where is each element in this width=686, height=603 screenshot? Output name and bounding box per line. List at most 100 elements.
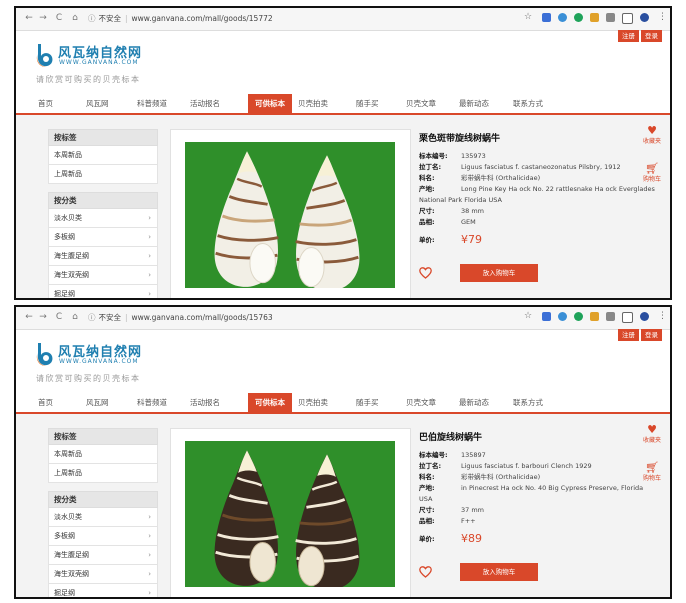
account-buttons: 注册 登录: [616, 329, 662, 341]
browser-window-2: ← → C ⌂ ⓘ 不安全 | www.ganvana.com/mall/goods/…: [14, 305, 672, 599]
register-button[interactable]: 注册: [618, 329, 639, 341]
favorites-shortcut[interactable]: ♥ 收藏夹: [640, 125, 664, 145]
extension-icon-4[interactable]: [590, 312, 599, 321]
profile-avatar-icon[interactable]: [640, 312, 649, 321]
extension-icon-5[interactable]: [606, 312, 615, 321]
nav-item-1[interactable]: 风瓦网: [86, 98, 109, 109]
nav-item-2[interactable]: 科普频道: [137, 98, 167, 109]
login-button[interactable]: 登录: [641, 329, 662, 341]
login-button[interactable]: 登录: [641, 30, 662, 42]
address-bar[interactable]: ⓘ 不安全 | www.ganvana.com/mall/goods/15763: [88, 311, 498, 325]
detail-label: 产地:: [419, 185, 435, 193]
sidebar-item-category[interactable]: 掘足纲 ›: [48, 285, 158, 298]
price-row: 单价: ¥89: [419, 531, 655, 547]
price-label: 单价:: [419, 236, 435, 244]
product-image[interactable]: [170, 129, 411, 298]
nav-item-0[interactable]: 首页: [38, 397, 53, 408]
menu-kebab-icon[interactable]: ⋮: [658, 311, 667, 321]
detail-row: 科名: 彩带蜗牛科 (Orthalicidae): [419, 173, 655, 184]
sidebar-item-label: 淡水贝类: [54, 214, 82, 222]
nav-item-0[interactable]: 首页: [38, 98, 53, 109]
nav-item-5[interactable]: 贝壳拍卖: [298, 397, 328, 408]
extension-icon-3[interactable]: [574, 13, 583, 22]
browser-toolbar: ← → C ⌂ ⓘ 不安全 | www.ganvana.com/mall/goods/…: [16, 307, 670, 330]
nav-item-7[interactable]: 贝壳文章: [406, 397, 436, 408]
product-image[interactable]: [170, 428, 411, 597]
sidebar-item-category[interactable]: 海生腹足纲 ›: [48, 247, 158, 266]
extension-icon-6[interactable]: [622, 13, 633, 24]
register-button[interactable]: 注册: [618, 30, 639, 42]
info-icon[interactable]: ⓘ: [88, 313, 96, 322]
sidebar-item-category[interactable]: 多板纲 ›: [48, 527, 158, 546]
nav-item-4[interactable]: 可供标本: [248, 94, 292, 113]
nav-item-3[interactable]: 活动报名: [190, 98, 220, 109]
nav-item-6[interactable]: 随手买: [356, 397, 379, 408]
cart-shortcut[interactable]: 🛒︎ 购物车: [640, 163, 664, 183]
sidebar-item-category[interactable]: 海生腹足纲 ›: [48, 546, 158, 565]
favorite-heart-icon[interactable]: [419, 267, 432, 279]
info-icon[interactable]: ⓘ: [88, 14, 96, 23]
cart-shortcut[interactable]: 🛒︎ 购物车: [640, 462, 664, 482]
add-to-cart-button[interactable]: 放入购物车: [460, 563, 538, 581]
detail-row: 尺寸: 38 mm: [419, 206, 655, 217]
extension-icon-2[interactable]: [558, 312, 567, 321]
home-icon[interactable]: ⌂: [70, 312, 80, 322]
favorites-shortcut[interactable]: ♥ 收藏夹: [640, 424, 664, 444]
sidebar-item-tag[interactable]: 本周新品: [48, 146, 158, 165]
sidebar-item-tag[interactable]: 上周新品: [48, 165, 158, 184]
menu-kebab-icon[interactable]: ⋮: [658, 12, 667, 22]
back-icon[interactable]: ←: [24, 13, 34, 23]
detail-value: 37 mm: [461, 506, 485, 514]
nav-item-8[interactable]: 最新动态: [459, 397, 489, 408]
sidebar-item-label: 上周新品: [54, 170, 82, 178]
reload-icon[interactable]: C: [54, 13, 64, 23]
sidebar-item-category[interactable]: 多板纲 ›: [48, 228, 158, 247]
extension-icon-1[interactable]: [542, 13, 551, 22]
nav-item-5[interactable]: 贝壳拍卖: [298, 98, 328, 109]
sidebar-heading-tags: 按标签: [48, 129, 158, 146]
nav-item-9[interactable]: 联系方式: [513, 397, 543, 408]
favorite-heart-icon[interactable]: [419, 566, 432, 578]
sidebar-item-category[interactable]: 淡水贝类 ›: [48, 508, 158, 527]
nav-item-1[interactable]: 风瓦网: [86, 397, 109, 408]
address-bar[interactable]: ⓘ 不安全 | www.ganvana.com/mall/goods/15772: [88, 12, 498, 26]
home-icon[interactable]: ⌂: [70, 13, 80, 23]
profile-avatar-icon[interactable]: [640, 13, 649, 22]
nav-item-7[interactable]: 贝壳文章: [406, 98, 436, 109]
detail-label: 标本编号:: [419, 451, 448, 459]
nav-item-9[interactable]: 联系方式: [513, 98, 543, 109]
bookmark-star-icon[interactable]: ☆: [524, 311, 532, 321]
forward-icon[interactable]: →: [38, 13, 48, 23]
sidebar-item-category[interactable]: 掘足纲 ›: [48, 584, 158, 597]
price-value: ¥89: [461, 532, 482, 545]
logo-mark-icon: [36, 343, 53, 366]
nav-item-6[interactable]: 随手买: [356, 98, 379, 109]
nav-item-2[interactable]: 科普频道: [137, 397, 167, 408]
nav-item-4[interactable]: 可供标本: [248, 393, 292, 412]
forward-icon[interactable]: →: [38, 312, 48, 322]
extension-icon-1[interactable]: [542, 312, 551, 321]
reload-icon[interactable]: C: [54, 312, 64, 322]
detail-value: 彩带蜗牛科 (Orthalicidae): [461, 174, 541, 182]
sidebar-item-category[interactable]: 海生双壳纲 ›: [48, 565, 158, 584]
detail-label: 标本编号:: [419, 152, 448, 160]
extension-icon-3[interactable]: [574, 312, 583, 321]
sidebar-item-category[interactable]: 海生双壳纲 ›: [48, 266, 158, 285]
detail-row: 拉丁名: Liguus fasciatus f. castaneozonatus …: [419, 162, 655, 173]
bookmark-star-icon[interactable]: ☆: [524, 12, 532, 22]
nav-item-8[interactable]: 最新动态: [459, 98, 489, 109]
extension-icon-4[interactable]: [590, 13, 599, 22]
sidebar-item-tag[interactable]: 本周新品: [48, 445, 158, 464]
extension-icon-6[interactable]: [622, 312, 633, 323]
shell-photo-0: [185, 142, 395, 288]
sidebar-item-category[interactable]: 淡水贝类 ›: [48, 209, 158, 228]
nav-item-3[interactable]: 活动报名: [190, 397, 220, 408]
sidebar-item-tag[interactable]: 上周新品: [48, 464, 158, 483]
extension-icon-2[interactable]: [558, 13, 567, 22]
extension-icon-5[interactable]: [606, 13, 615, 22]
add-to-cart-button[interactable]: 放入购物车: [460, 264, 538, 282]
logo-mark-icon: [36, 44, 53, 67]
detail-label: 品相:: [419, 517, 435, 525]
back-icon[interactable]: ←: [24, 312, 34, 322]
detail-row: 品相: F++: [419, 516, 655, 527]
